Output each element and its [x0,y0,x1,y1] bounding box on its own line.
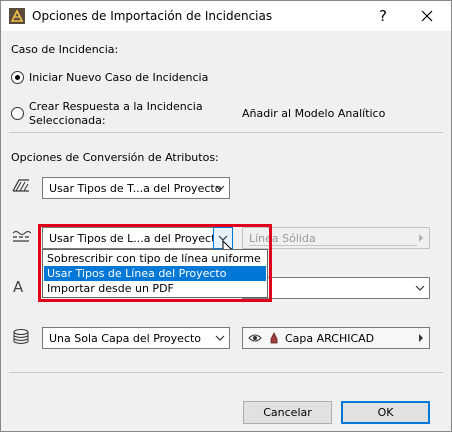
chevron-down-icon [411,278,429,298]
chevron-down-icon [211,178,229,198]
font-icon: A [13,278,24,296]
title-bar: Opciones de Importación de Incidencias ? [1,1,451,31]
incidence-section-label: Caso de Incidencia: [11,43,119,56]
add-to-analytical-model-label: Añadir al Modelo Analítico [242,107,386,120]
close-icon [421,10,433,25]
conversion-section-label: Opciones de Conversión de Atributos: [11,151,219,164]
fill-conversion-value: Usar Tipos de T...a del Proyecto [49,182,222,195]
line-type-icon [11,228,32,247]
chevron-down-icon [211,328,229,348]
layer-conversion-value: Una Sola Capa del Proyecto [49,332,202,345]
radio-reply-label-line1[interactable]: Crear Respuesta a la Incidencia [29,100,203,113]
separator [9,132,443,133]
layers-icon [11,328,31,349]
line-preview [249,245,417,246]
radio-new-incidence-label[interactable]: Iniciar Nuevo Caso de Incidencia [29,71,208,84]
layer-target-combo[interactable]: Capa ARCHICAD [242,327,430,349]
ok-button[interactable]: OK [341,401,430,424]
fill-conversion-combo[interactable]: Usar Tipos de T...a del Proyecto [42,177,230,199]
layer-target-value: Capa ARCHICAD [285,332,375,345]
radio-reply-label-line2[interactable]: Seleccionada: [29,114,106,127]
import-options-dialog: Opciones de Importación de Incidencias ?… [0,0,452,432]
window-title: Opciones de Importación de Incidencias [32,9,273,23]
radio-new-incidence[interactable] [11,71,24,84]
chevron-right-icon [411,228,429,248]
help-button[interactable]: ? [369,4,397,28]
archicad-icon [9,8,25,24]
separator [9,372,443,373]
radio-reply-incidence[interactable] [11,107,24,120]
eye-icon [248,333,262,346]
highlight-frame [38,224,272,302]
close-button[interactable] [412,4,442,28]
layer-conversion-combo[interactable]: Una Sola Capa del Proyecto [42,327,230,349]
pen-icon [269,332,279,347]
fill-pattern-icon [11,177,31,196]
chevron-right-icon [411,328,429,348]
cancel-button[interactable]: Cancelar [243,401,332,424]
